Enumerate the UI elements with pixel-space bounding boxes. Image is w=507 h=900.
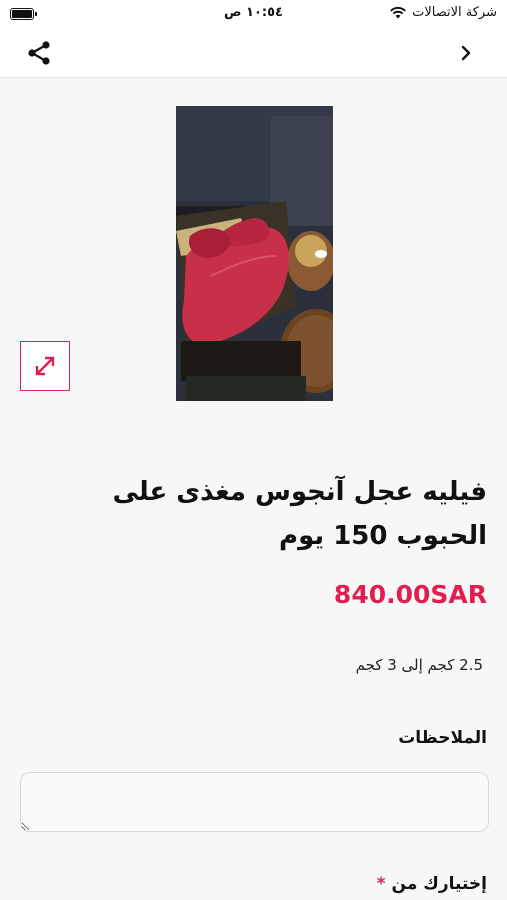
notes-label: الملاحظات: [398, 728, 487, 748]
product-photo: [176, 106, 333, 401]
navigation-bar: [0, 28, 507, 78]
expand-icon: [35, 356, 55, 376]
expand-image-button[interactable]: [20, 341, 70, 391]
share-icon[interactable]: [26, 40, 52, 66]
status-bar: شركة الاتصالات ١٠:٥٤ ص: [0, 0, 507, 28]
choose-label-text: إختيارك من: [391, 874, 487, 894]
choose-label: إختيارك من*: [377, 874, 487, 894]
product-title: فيليه عجل آنجوس مغذى على الحبوب 150 يوم: [112, 477, 487, 551]
carrier-indicator: شركة الاتصالات: [389, 5, 497, 20]
carrier-name: شركة الاتصالات: [412, 5, 497, 20]
required-marker: *: [376, 874, 386, 894]
product-price: 840.00SAR: [333, 580, 487, 609]
battery-icon: [10, 8, 37, 20]
wifi-icon: [390, 6, 407, 19]
notes-field[interactable]: [20, 772, 489, 832]
back-chevron-icon[interactable]: [459, 42, 473, 64]
clock: ١٠:٥٤ ص: [224, 5, 283, 20]
weight-range: 2.5 كجم إلى 3 كجم: [355, 656, 483, 674]
product-image[interactable]: [176, 106, 333, 401]
